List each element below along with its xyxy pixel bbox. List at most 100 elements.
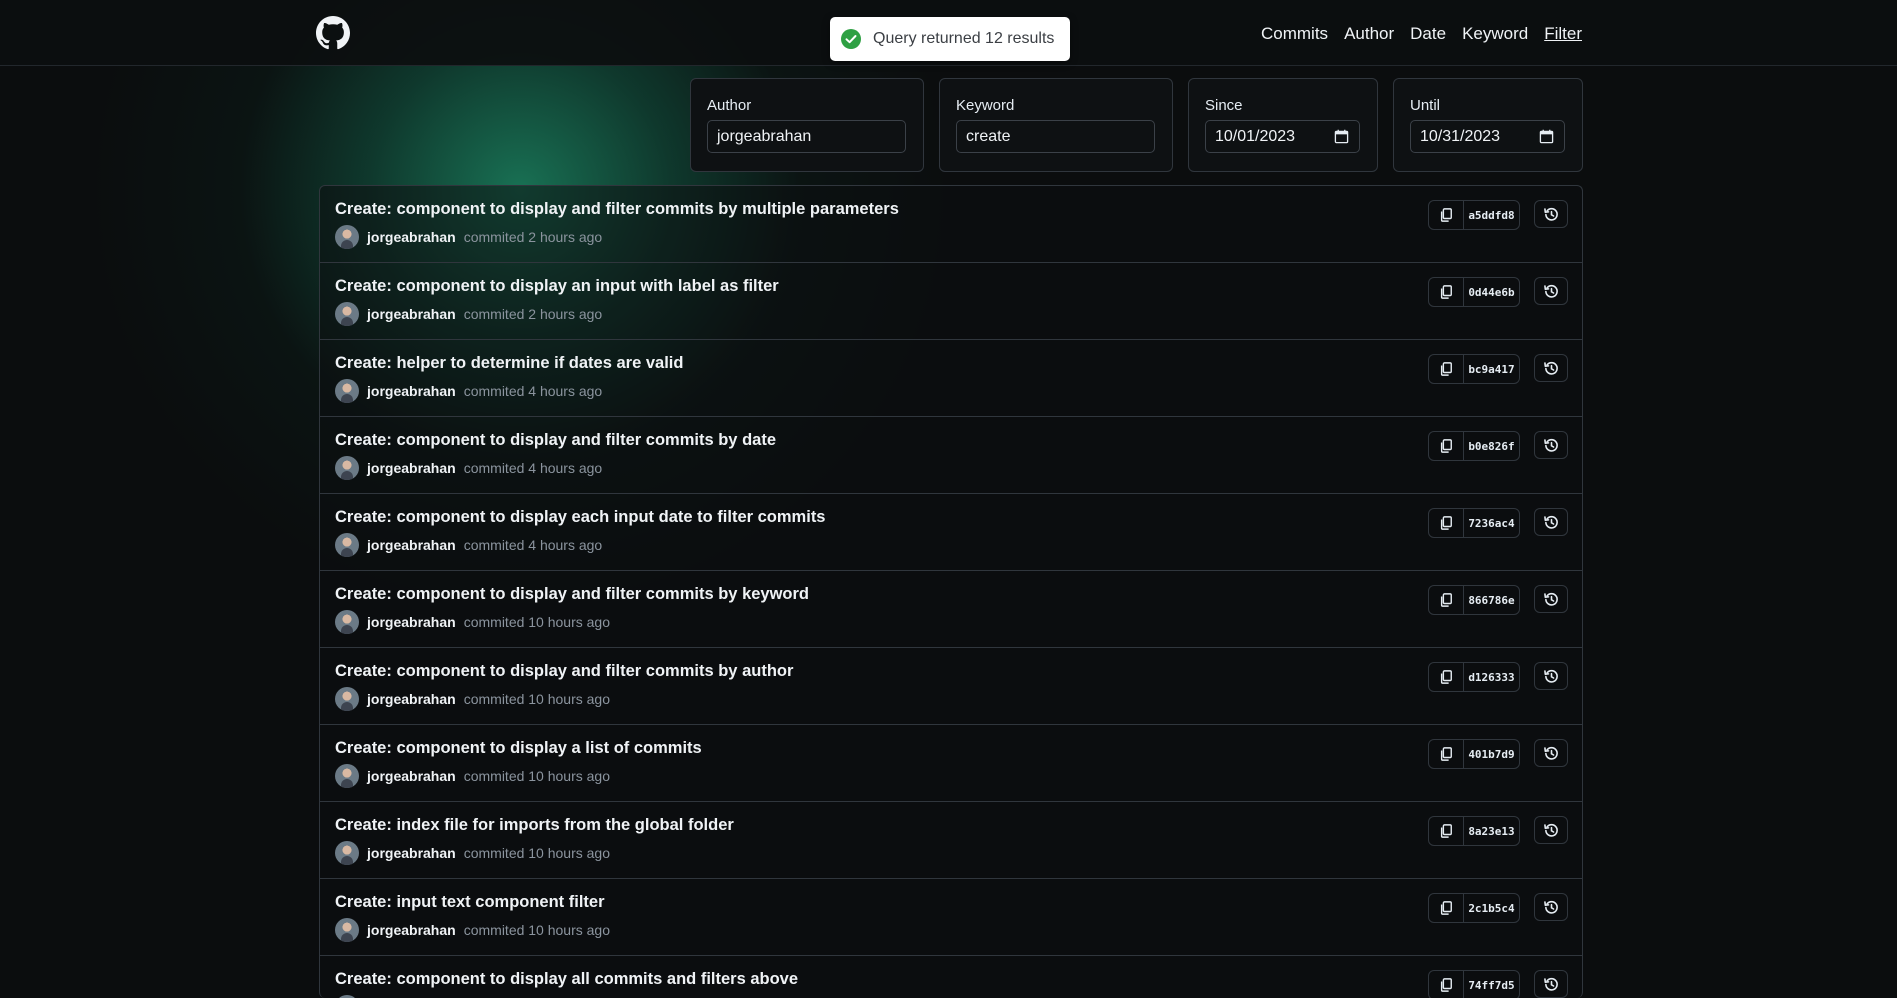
browse-history-button[interactable]: [1534, 816, 1568, 844]
commit-title[interactable]: Create: component to display all commits…: [335, 970, 798, 989]
browse-history-button[interactable]: [1534, 662, 1568, 690]
commit-title[interactable]: Create: component to display an input wi…: [335, 277, 779, 296]
commit-sha-link[interactable]: b0e826f: [1464, 432, 1519, 460]
history-icon: [1543, 361, 1558, 375]
commit-author[interactable]: jorgeabrahan: [367, 460, 456, 476]
history-icon: [1543, 669, 1558, 683]
commit-author[interactable]: jorgeabrahan: [367, 537, 456, 553]
commit-author[interactable]: jorgeabrahan: [367, 614, 456, 630]
commit-author[interactable]: jorgeabrahan: [367, 691, 456, 707]
copy-sha-button[interactable]: [1429, 894, 1464, 922]
browse-history-button[interactable]: [1534, 277, 1568, 305]
commit-time: commited 10 hours ago: [463, 614, 611, 630]
commit-sha-link[interactable]: bc9a417: [1464, 355, 1519, 383]
copy-sha-button[interactable]: [1429, 278, 1464, 306]
avatar[interactable]: [335, 302, 359, 326]
until-filter-label: Until: [1410, 97, 1441, 114]
commit-title[interactable]: Create: component to display and filter …: [335, 431, 776, 450]
avatar[interactable]: [335, 379, 359, 403]
author-filter-input[interactable]: jorgeabrahan: [707, 120, 906, 153]
copy-sha-button[interactable]: [1429, 663, 1464, 691]
commit-row: Create: component to display and filter …: [320, 186, 1582, 263]
commit-row: Create: index file for imports from the …: [320, 802, 1582, 879]
commit-sha-link[interactable]: 401b7d9: [1464, 740, 1519, 768]
commit-sha-link[interactable]: 74ff7d5: [1464, 971, 1519, 998]
commit-time: commited 10 hours ago: [463, 691, 611, 707]
commit-row: Create: component to display each input …: [320, 494, 1582, 571]
commit-row: Create: component to display and filter …: [320, 648, 1582, 725]
avatar[interactable]: [335, 225, 359, 249]
commit-title[interactable]: Create: component to display and filter …: [335, 662, 793, 681]
commit-author[interactable]: jorgeabrahan: [367, 383, 456, 399]
browse-history-button[interactable]: [1534, 739, 1568, 767]
commit-sha-link[interactable]: 2c1b5c4: [1464, 894, 1519, 922]
copy-icon: [1440, 670, 1452, 684]
copy-sha-button[interactable]: [1429, 201, 1464, 229]
avatar[interactable]: [335, 687, 359, 711]
nav-keyword[interactable]: Keyword: [1462, 24, 1528, 44]
commit-title[interactable]: Create: input text component filter: [335, 893, 605, 912]
commit-sha-link[interactable]: 8a23e13: [1464, 817, 1519, 845]
copy-sha-button[interactable]: [1429, 971, 1464, 998]
commit-meta: jorgeabrahan commited 4 hours ago: [335, 456, 602, 480]
since-date-value: 10/01/2023: [1215, 127, 1296, 145]
copy-icon: [1440, 362, 1452, 376]
avatar[interactable]: [335, 456, 359, 480]
avatar[interactable]: [335, 764, 359, 788]
avatar[interactable]: [335, 918, 359, 942]
copy-icon: [1440, 901, 1452, 915]
author-filter-label: Author: [707, 97, 752, 114]
until-filter-card: Until 10/31/2023: [1393, 78, 1583, 172]
commit-sha-link[interactable]: a5ddfd8: [1464, 201, 1519, 229]
nav-filter[interactable]: Filter: [1544, 24, 1582, 44]
since-date-input[interactable]: 10/01/2023: [1205, 120, 1360, 153]
commit-author[interactable]: jorgeabrahan: [367, 229, 456, 245]
avatar[interactable]: [335, 533, 359, 557]
commit-author[interactable]: jorgeabrahan: [367, 845, 456, 861]
sha-group: a5ddfd8: [1428, 200, 1520, 230]
commit-time: commited 10 hours ago: [463, 922, 611, 938]
keyword-filter-input[interactable]: create: [956, 120, 1155, 153]
browse-history-button[interactable]: [1534, 508, 1568, 536]
commit-row: Create: component to display and filter …: [320, 571, 1582, 648]
commit-sha-link[interactable]: 866786e: [1464, 586, 1519, 614]
keyword-filter-card: Keyword create: [939, 78, 1173, 172]
browse-history-button[interactable]: [1534, 893, 1568, 921]
copy-sha-button[interactable]: [1429, 817, 1464, 845]
commit-author[interactable]: jorgeabrahan: [367, 922, 456, 938]
calendar-icon[interactable]: [1334, 129, 1349, 144]
copy-sha-button[interactable]: [1429, 509, 1464, 537]
commit-title[interactable]: Create: index file for imports from the …: [335, 816, 734, 835]
copy-sha-button[interactable]: [1429, 355, 1464, 383]
commit-sha-link[interactable]: 7236ac4: [1464, 509, 1519, 537]
author-filter-card: Author jorgeabrahan: [690, 78, 924, 172]
commit-title[interactable]: Create: helper to determine if dates are…: [335, 354, 683, 373]
browse-history-button[interactable]: [1534, 585, 1568, 613]
nav-commits[interactable]: Commits: [1261, 24, 1328, 44]
until-date-input[interactable]: 10/31/2023: [1410, 120, 1565, 153]
copy-sha-button[interactable]: [1429, 432, 1464, 460]
commit-title[interactable]: Create: component to display each input …: [335, 508, 826, 527]
copy-sha-button[interactable]: [1429, 586, 1464, 614]
calendar-icon[interactable]: [1539, 129, 1554, 144]
browse-history-button[interactable]: [1534, 200, 1568, 228]
commit-row: Create: component to display all commits…: [320, 956, 1582, 998]
copy-sha-button[interactable]: [1429, 740, 1464, 768]
browse-history-button[interactable]: [1534, 431, 1568, 459]
commit-title[interactable]: Create: component to display a list of c…: [335, 739, 702, 758]
nav-date[interactable]: Date: [1410, 24, 1446, 44]
browse-history-button[interactable]: [1534, 354, 1568, 382]
history-icon: [1543, 207, 1558, 221]
commit-author[interactable]: jorgeabrahan: [367, 306, 456, 322]
github-icon[interactable]: [316, 16, 350, 50]
avatar[interactable]: [335, 841, 359, 865]
commit-author[interactable]: jorgeabrahan: [367, 768, 456, 784]
commit-title[interactable]: Create: component to display and filter …: [335, 585, 809, 604]
commit-sha-link[interactable]: 0d44e6b: [1464, 278, 1519, 306]
copy-icon: [1440, 978, 1452, 992]
commit-title[interactable]: Create: component to display and filter …: [335, 200, 899, 219]
avatar[interactable]: [335, 610, 359, 634]
commit-sha-link[interactable]: d126333: [1464, 663, 1519, 691]
browse-history-button[interactable]: [1534, 970, 1568, 998]
nav-author[interactable]: Author: [1344, 24, 1394, 44]
